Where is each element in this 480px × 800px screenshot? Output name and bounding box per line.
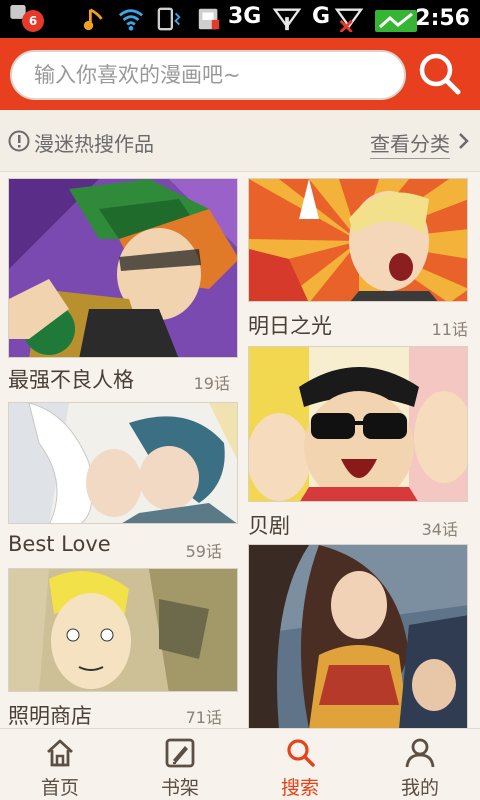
search-input[interactable]	[12, 52, 404, 98]
clock: 2:56	[415, 6, 470, 31]
search-button[interactable]	[412, 48, 468, 100]
search-icon	[419, 53, 461, 95]
nav-search[interactable]: 搜索	[240, 729, 360, 800]
nav-profile[interactable]: 我的	[360, 729, 480, 800]
search-box[interactable]	[10, 50, 406, 100]
view-categories-link[interactable]: 查看分类	[370, 128, 450, 159]
episode-count: 71话	[185, 708, 222, 727]
comic-title: 照明商店	[8, 704, 92, 728]
section-title: 漫迷热搜作品	[34, 132, 154, 156]
comic-cover[interactable]	[248, 178, 468, 302]
notification-badge: 6	[22, 10, 44, 32]
comic-cover[interactable]	[8, 568, 238, 692]
episode-count: 34话	[421, 520, 458, 539]
user-icon	[405, 738, 435, 768]
bookshelf-icon	[165, 738, 195, 768]
network-type-g: G	[312, 4, 331, 29]
comic-title: Best Love	[8, 532, 111, 556]
search-icon	[287, 739, 315, 767]
vibrate-icon	[157, 7, 181, 31]
nav-label-profile: 我的	[400, 777, 439, 799]
episode-count: 11话	[431, 320, 468, 339]
comic-card[interactable]: Best Love 59话	[8, 402, 238, 562]
music-icon	[83, 8, 103, 31]
comic-cover[interactable]	[248, 346, 468, 502]
nav-home[interactable]: 首页	[0, 729, 120, 800]
status-bar: 6 3G G 2:56	[0, 0, 480, 38]
episode-count: 59话	[185, 542, 222, 561]
network-type-3g: 3G	[228, 4, 262, 29]
comic-card[interactable]: 照明商店 71话	[8, 568, 238, 728]
nav-bookshelf[interactable]: 书架	[120, 729, 240, 800]
comic-cover[interactable]	[248, 544, 468, 728]
sd-card-icon	[198, 8, 220, 30]
home-icon	[47, 739, 73, 767]
wifi-icon	[118, 9, 144, 31]
comic-card[interactable]: 贝剧 34话	[248, 346, 468, 539]
info-icon	[8, 130, 30, 152]
comic-title: 贝剧	[248, 514, 290, 538]
comic-card[interactable]	[248, 544, 468, 728]
nav-label-search: 搜索	[280, 777, 319, 799]
comic-cover[interactable]	[8, 178, 238, 358]
battery-icon	[375, 10, 417, 32]
comic-title: 最强不良人格	[8, 368, 134, 392]
episode-count: 19话	[193, 374, 230, 393]
nav-label-bookshelf: 书架	[160, 777, 199, 799]
search-header	[0, 38, 480, 110]
comic-card[interactable]: 明日之光 11话	[248, 178, 468, 340]
signal-icon	[272, 8, 302, 31]
comic-cover[interactable]	[8, 402, 238, 524]
hot-section-header: 漫迷热搜作品 查看分类	[0, 110, 480, 172]
comic-card[interactable]: 最强不良人格 19话	[8, 178, 238, 396]
bottom-navigation: 首页 书架 搜索 我的	[0, 728, 480, 800]
signal-off-icon	[334, 8, 364, 32]
nav-label-home: 首页	[40, 777, 79, 799]
comic-title: 明日之光	[248, 314, 332, 338]
chevron-right-icon[interactable]	[458, 132, 470, 150]
